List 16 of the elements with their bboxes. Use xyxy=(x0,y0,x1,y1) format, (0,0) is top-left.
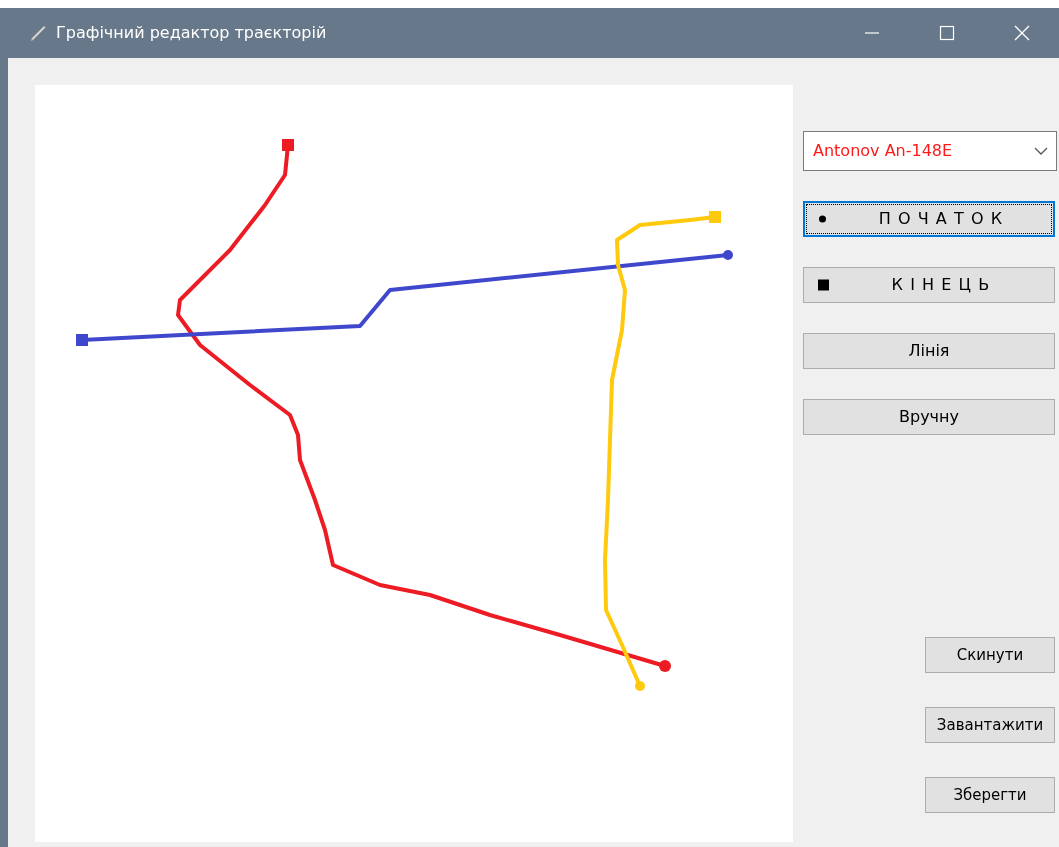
action-button[interactable]: Зберегти xyxy=(925,777,1055,813)
drawing-canvas[interactable] xyxy=(35,85,793,842)
close-icon xyxy=(1013,25,1030,41)
tool-button[interactable]: ПОЧАТОК xyxy=(803,201,1055,237)
action-button[interactable]: Скинути xyxy=(925,637,1055,673)
square-icon xyxy=(818,279,829,291)
action-button[interactable]: Завантажити xyxy=(925,707,1055,743)
minimize-icon xyxy=(863,32,880,34)
window-title: Графічний редактор траєкторій xyxy=(56,22,327,44)
pencil-icon xyxy=(28,23,48,43)
tool-button[interactable]: КІНЕЦЬ xyxy=(803,267,1055,303)
tool-button[interactable]: Вручну xyxy=(803,399,1055,435)
chevron-down-icon xyxy=(1034,147,1048,155)
maximize-icon xyxy=(938,25,955,41)
tool-button[interactable]: Лінія xyxy=(803,333,1055,369)
aircraft-dropdown[interactable]: Antonov An-148E xyxy=(803,131,1057,171)
